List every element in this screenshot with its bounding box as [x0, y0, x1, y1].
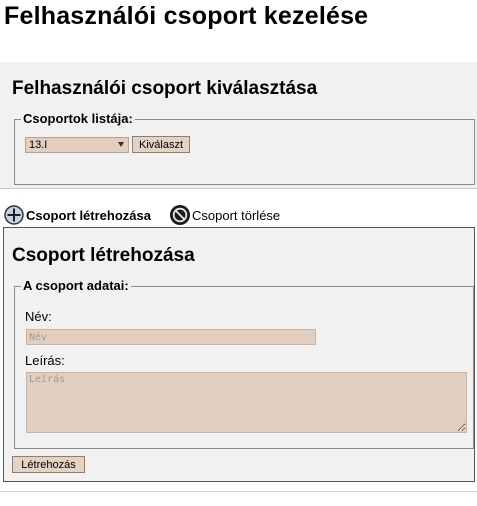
select-group-button[interactable]: Kiválaszt — [132, 136, 190, 153]
group-select-panel: Felhasználói csoport kiválasztása Csopor… — [0, 62, 477, 189]
name-input[interactable] — [26, 329, 316, 345]
delete-group-label: Csoport törlése — [192, 207, 281, 223]
plus-circle-icon — [4, 205, 24, 225]
group-data-fieldset: A csoport adatai: Név: Leírás: — [14, 278, 474, 449]
group-list-fieldset: Csoportok listája: 13.I Kiválaszt — [14, 111, 475, 185]
group-list-legend: Csoportok listája: — [21, 111, 135, 126]
description-label: Leírás: — [25, 353, 65, 368]
delete-group-link[interactable]: Csoport törlése — [169, 205, 280, 225]
group-data-legend: A csoport adatai: — [21, 278, 131, 293]
group-select-heading: Felhasználói csoport kiválasztása — [12, 78, 318, 99]
create-group-label: Csoport létrehozása — [26, 207, 151, 223]
create-group-submit-button[interactable]: Létrehozás — [12, 456, 85, 473]
create-group-link[interactable]: Csoport létrehozása — [4, 205, 151, 225]
create-group-heading: Csoport létrehozása — [12, 245, 195, 266]
page-title: Felhasználói csoport kezelése — [4, 2, 369, 30]
create-group-panel: Csoport létrehozása A csoport adatai: Né… — [3, 227, 475, 482]
page-divider — [0, 491, 477, 492]
description-textarea[interactable] — [26, 372, 467, 433]
group-select-dropdown[interactable]: 13.I — [25, 137, 129, 153]
group-select-value: 13.I — [29, 139, 48, 151]
name-label: Név: — [25, 309, 52, 324]
no-entry-icon — [169, 204, 191, 226]
chevron-down-icon — [118, 142, 124, 147]
